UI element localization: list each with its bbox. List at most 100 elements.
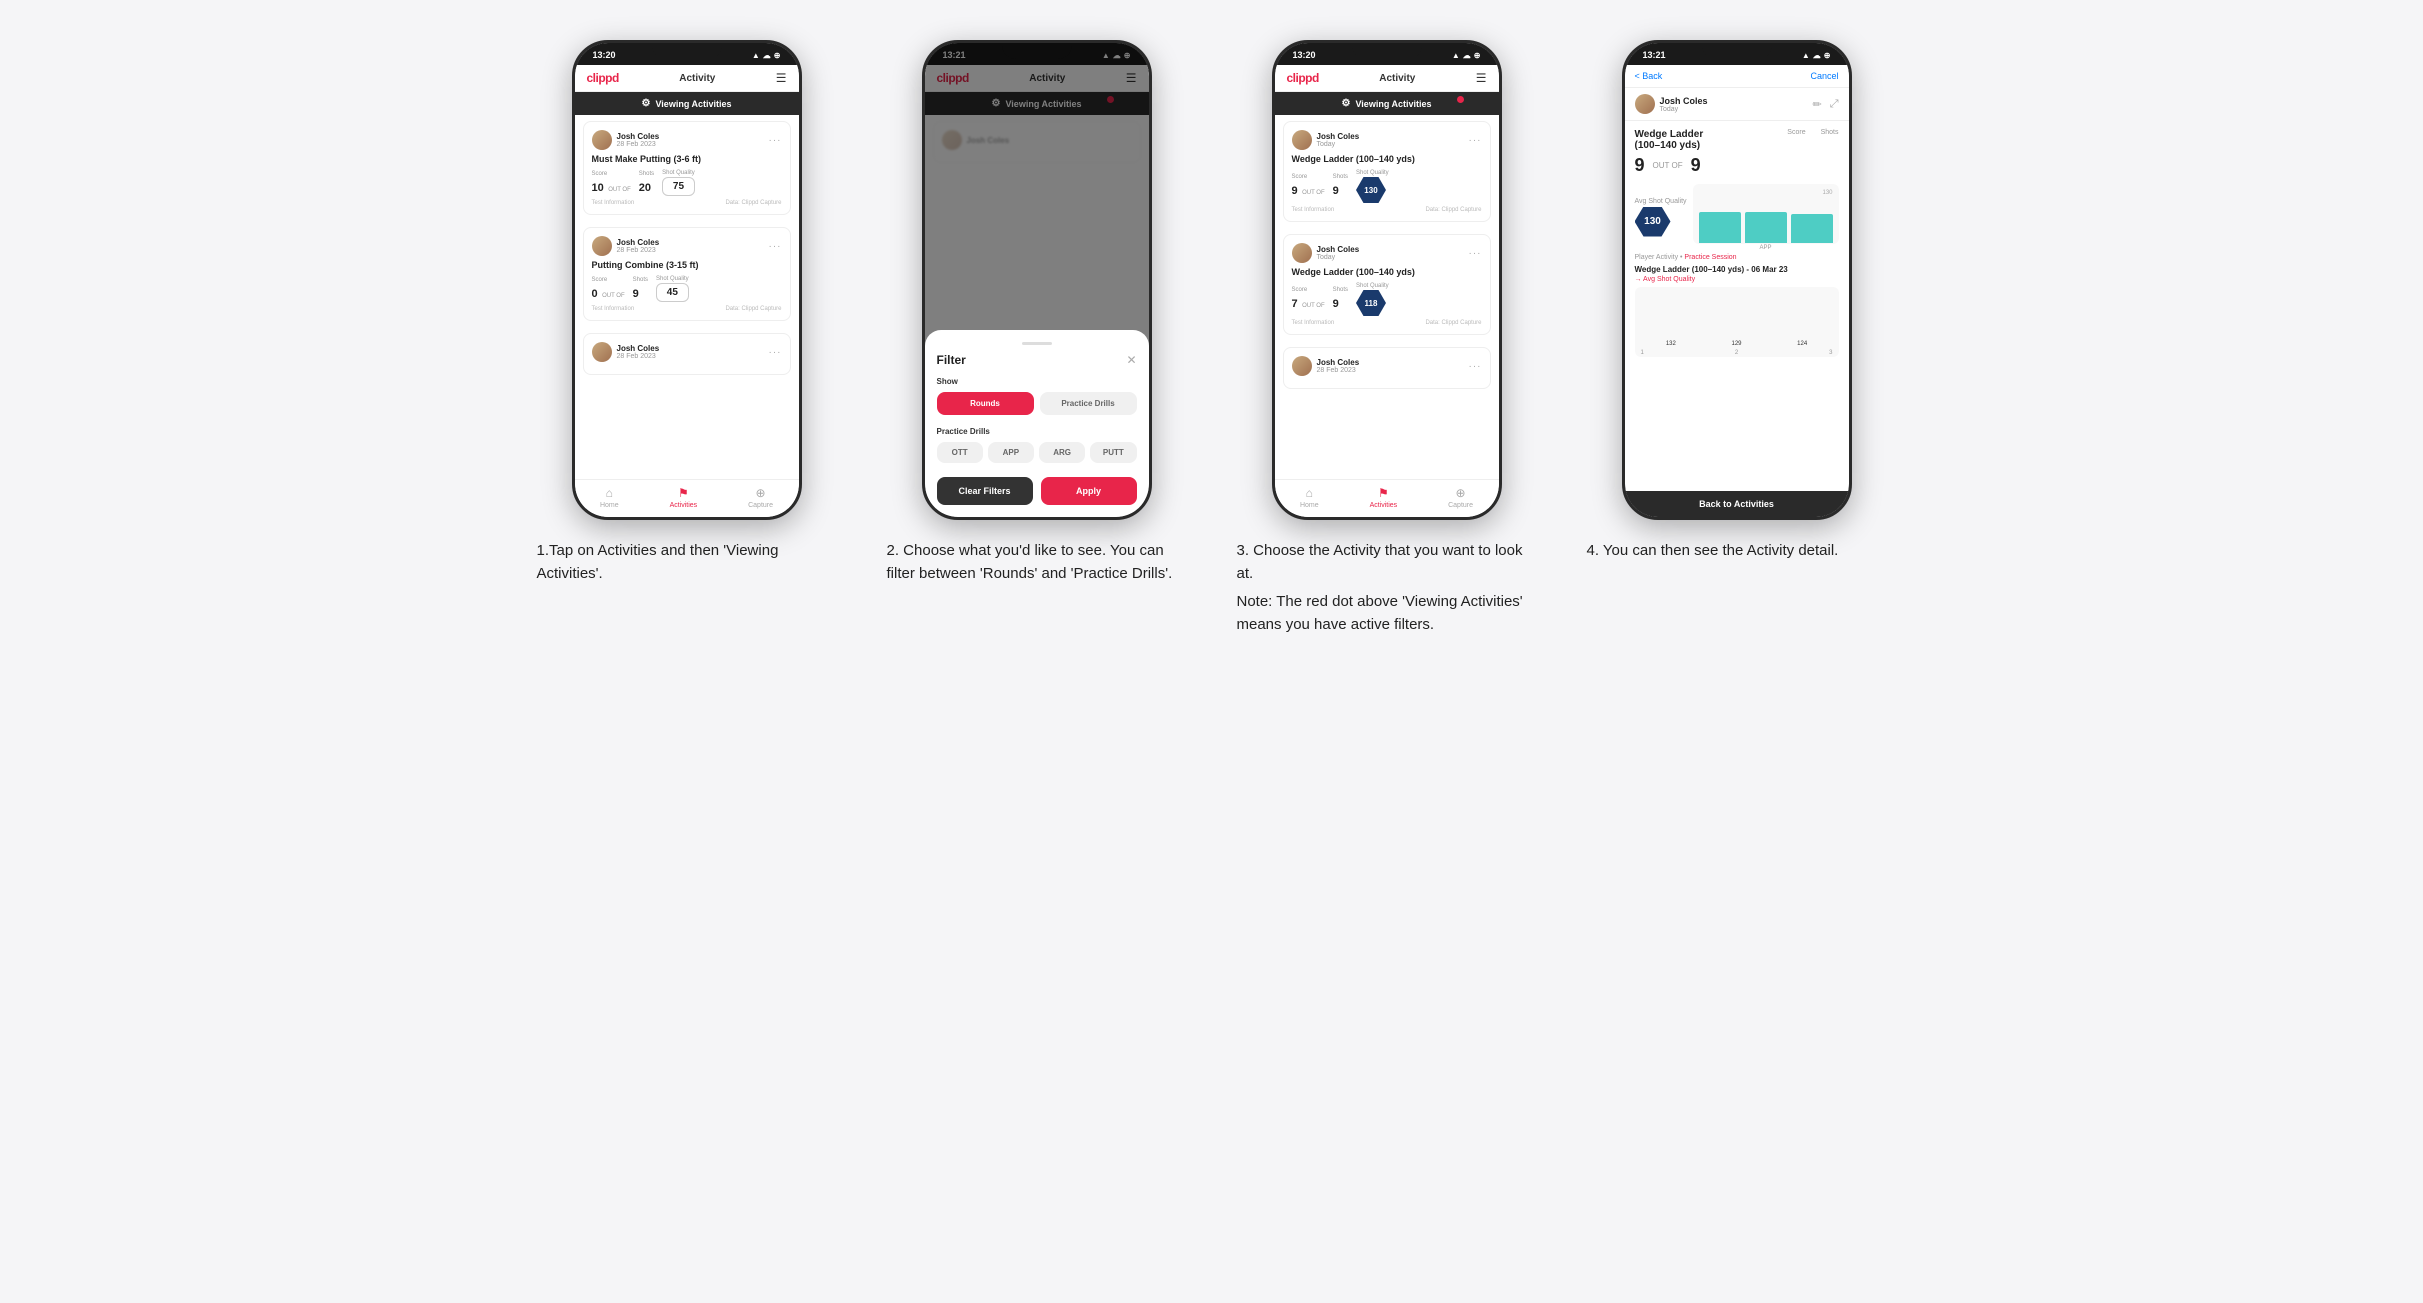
edit-icon[interactable]: ✏ bbox=[1812, 98, 1821, 111]
nav-activities[interactable]: ⚑ Activities bbox=[670, 486, 698, 509]
score-label: Score bbox=[592, 277, 625, 283]
cancel-button[interactable]: Cancel bbox=[1810, 71, 1838, 81]
back-to-activities-button[interactable]: Back to Activities bbox=[1625, 491, 1849, 517]
banner-text: Viewing Activities bbox=[1355, 99, 1431, 109]
card-title: Wedge Ladder (100–140 yds) bbox=[1292, 267, 1482, 277]
bar-group-1: 129 bbox=[1706, 341, 1767, 348]
shot-quality-label: Shot Quality bbox=[1356, 170, 1389, 176]
step-2: 13:21 ▲ ☁ ⊕ clippd Activity ☰ ⚙ Viewing … bbox=[877, 40, 1197, 591]
drill-btn-app[interactable]: APP bbox=[988, 442, 1034, 463]
avatar bbox=[592, 342, 612, 362]
close-icon[interactable]: ✕ bbox=[1126, 353, 1136, 367]
card-title: Putting Combine (3-15 ft) bbox=[592, 260, 782, 270]
toggle-btn-rounds[interactable]: Rounds bbox=[937, 392, 1034, 415]
user-date: 28 Feb 2023 bbox=[617, 353, 660, 360]
score-label: Score bbox=[1292, 174, 1325, 180]
app-logo: clippd bbox=[587, 71, 619, 85]
score-stat: Score 0 OUT OF bbox=[592, 277, 625, 302]
drill-btn-putt[interactable]: PUTT bbox=[1090, 442, 1136, 463]
avatar bbox=[1292, 356, 1312, 376]
more-options-icon[interactable]: ··· bbox=[1469, 135, 1482, 146]
score-value: 0 bbox=[592, 288, 598, 300]
card-header: Josh Coles 28 Feb 2023 ··· bbox=[1292, 356, 1482, 376]
wifi-icon: ☁ bbox=[763, 51, 771, 60]
detail-title-row: Wedge Ladder(100–140 yds) Score Shots bbox=[1635, 129, 1839, 151]
data-source: Data: Clippd Capture bbox=[725, 306, 781, 312]
modal-title: Filter bbox=[937, 353, 966, 367]
back-button[interactable]: < Back bbox=[1635, 71, 1663, 81]
nav-capture[interactable]: ⊕ Capture bbox=[1448, 486, 1473, 509]
more-options-icon[interactable]: ··· bbox=[1469, 361, 1482, 372]
shots-value: 9 bbox=[633, 288, 639, 300]
status-time: 13:20 bbox=[1293, 50, 1316, 60]
expand-icon[interactable]: ⤢ bbox=[1830, 98, 1839, 111]
nav-activities-label: Activities bbox=[670, 502, 698, 509]
score-stat: Score 9 OUT OF bbox=[1292, 174, 1325, 199]
bottom-nav: ⌂ Home ⚑ Activities ⊕ Capture bbox=[575, 479, 799, 517]
activity-card[interactable]: Josh Coles 28 Feb 2023 ··· Must Make Put… bbox=[583, 121, 791, 215]
status-time: 13:21 bbox=[1643, 50, 1666, 60]
apply-button[interactable]: Apply bbox=[1041, 477, 1137, 505]
battery-icon: ⊕ bbox=[1474, 51, 1481, 60]
more-options-icon[interactable]: ··· bbox=[1469, 248, 1482, 259]
drill-btn-arg[interactable]: ARG bbox=[1039, 442, 1085, 463]
nav-activities[interactable]: ⚑ Activities bbox=[1370, 486, 1398, 509]
app-logo: clippd bbox=[1287, 71, 1319, 85]
activity-card: Josh Coles 28 Feb 2023 ··· bbox=[1283, 347, 1491, 389]
detail-content: Wedge Ladder(100–140 yds) Score Shots 9 … bbox=[1625, 121, 1849, 487]
shot-quality-label: Shot Quality bbox=[1356, 283, 1389, 289]
shots-stat: Shots 9 bbox=[1333, 174, 1348, 199]
user-name: Josh Coles bbox=[1317, 358, 1360, 367]
clear-filters-button[interactable]: Clear Filters bbox=[937, 477, 1033, 505]
bar-value-1: 129 bbox=[1732, 341, 1742, 347]
detail-stat-labels: Score Shots bbox=[1787, 129, 1838, 151]
wifi-icon: ☁ bbox=[1463, 51, 1471, 60]
detail-user-date: Today bbox=[1660, 106, 1708, 113]
nav-home-label: Home bbox=[600, 502, 619, 509]
chart-bar bbox=[1745, 212, 1787, 243]
activity-card[interactable]: Josh Coles Today ··· Wedge Ladder (100–1… bbox=[1283, 121, 1491, 222]
phone-3: 13:20 ▲ ☁ ⊕ clippd Activity ☰ ⚙ Viewing … bbox=[1272, 40, 1502, 520]
notch bbox=[1352, 43, 1422, 59]
data-source: Data: Clippd Capture bbox=[1425, 207, 1481, 213]
card-footer: Test Information Data: Clippd Capture bbox=[592, 306, 782, 312]
toggle-btn-practice-drills[interactable]: Practice Drills bbox=[1040, 392, 1137, 415]
app-header: clippd Activity ☰ bbox=[1275, 65, 1499, 92]
capture-icon: ⊕ bbox=[1456, 486, 1466, 500]
test-info: Test Information bbox=[1292, 207, 1335, 213]
more-options-icon[interactable]: ··· bbox=[769, 347, 782, 358]
drill-btn-ott[interactable]: OTT bbox=[937, 442, 983, 463]
step-1: 13:20 ▲ ☁ ⊕ clippd Activity ☰ ⚙ Viewing … bbox=[527, 40, 847, 591]
nav-home[interactable]: ⌂ Home bbox=[1300, 486, 1319, 509]
step-description: 3. Choose the Activity that you want to … bbox=[1237, 540, 1537, 642]
score-stat: Score 10 OUT OF bbox=[592, 171, 631, 196]
more-options-icon[interactable]: ··· bbox=[769, 135, 782, 146]
battery-icon: ⊕ bbox=[774, 51, 781, 60]
viewing-activities-banner[interactable]: ⚙ Viewing Activities bbox=[575, 92, 799, 115]
more-options-icon[interactable]: ··· bbox=[769, 241, 782, 252]
nav-capture[interactable]: ⊕ Capture bbox=[748, 486, 773, 509]
banner-text: Viewing Activities bbox=[655, 99, 731, 109]
screen-content: Josh Coles Today ··· Wedge Ladder (100–1… bbox=[1275, 115, 1499, 479]
user-name: Josh Coles bbox=[617, 132, 660, 141]
nav-capture-label: Capture bbox=[1448, 502, 1473, 509]
activity-card[interactable]: Josh Coles Today ··· Wedge Ladder (100–1… bbox=[1283, 234, 1491, 335]
activity-card[interactable]: Josh Coles 28 Feb 2023 ··· Putting Combi… bbox=[583, 227, 791, 321]
status-time: 13:20 bbox=[593, 50, 616, 60]
card-user: Josh Coles 28 Feb 2023 bbox=[592, 130, 660, 150]
bar-value-0: 132 bbox=[1666, 341, 1676, 347]
step-3: 13:20 ▲ ☁ ⊕ clippd Activity ☰ ⚙ Viewing … bbox=[1227, 40, 1547, 642]
nav-home[interactable]: ⌂ Home bbox=[600, 486, 619, 509]
battery-icon: ⊕ bbox=[1824, 51, 1831, 60]
card-footer: Test Information Data: Clippd Capture bbox=[1292, 207, 1482, 213]
bottom-nav: ⌂ Home ⚑ Activities ⊕ Capture bbox=[1275, 479, 1499, 517]
status-bar: 13:20 ▲ ☁ ⊕ bbox=[575, 43, 799, 65]
menu-icon[interactable]: ☰ bbox=[776, 71, 787, 85]
user-date: 28 Feb 2023 bbox=[617, 247, 660, 254]
viewing-activities-banner[interactable]: ⚙ Viewing Activities bbox=[1275, 92, 1499, 115]
avatar bbox=[592, 236, 612, 256]
modal-handle bbox=[1022, 342, 1052, 345]
shot-quality-badge: 75 bbox=[662, 177, 695, 196]
menu-icon[interactable]: ☰ bbox=[1476, 71, 1487, 85]
card-header: Josh Coles 28 Feb 2023 ··· bbox=[592, 342, 782, 362]
